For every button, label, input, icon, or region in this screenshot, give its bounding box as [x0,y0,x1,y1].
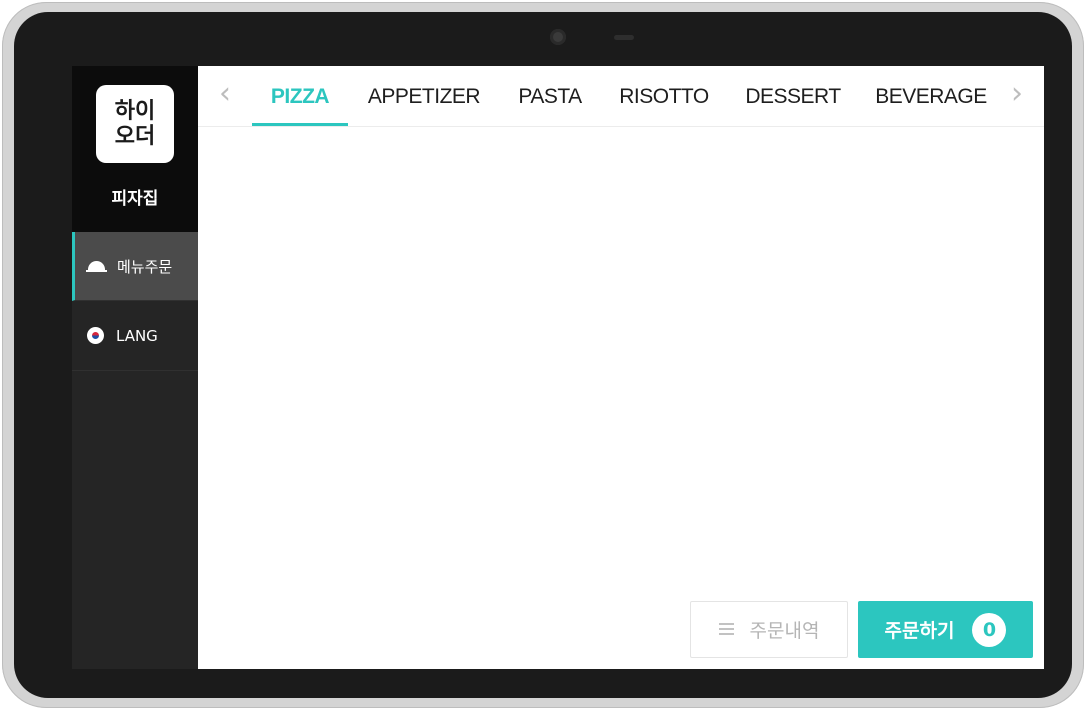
sidebar-item-menu-order[interactable]: 메뉴주문 [72,232,198,301]
sensor [614,35,634,40]
logo-line-1: 하이 [114,99,156,124]
tab-appetizer[interactable]: APPETIZER [364,66,484,126]
sidebar: 하이 오더 피자집 메뉴주문 LANG [72,66,198,669]
tab-pasta[interactable]: PASTA [502,66,598,126]
category-tabs: ‹ PIZZA APPETIZER PASTA RISOTTO DESSERT … [198,66,1044,127]
sidebar-item-label: 메뉴주문 [117,257,173,276]
order-history-label: 주문내역 [749,620,820,642]
place-order-button[interactable]: 주문하기 0 [858,601,1033,658]
tab-dessert[interactable]: DESSERT [740,66,846,126]
korea-flag-icon [86,327,106,344]
sidebar-item-label: LANG [116,327,158,345]
tab-pizza[interactable]: PIZZA [252,66,348,126]
list-icon [718,623,734,636]
place-order-label: 주문하기 [884,620,955,642]
brand-area: 하이 오더 피자집 [72,66,198,232]
cloche-icon [86,259,107,273]
order-history-button[interactable]: 주문내역 [690,601,848,658]
logo-line-2: 오더 [114,124,156,149]
tablet-frame: 하이 오더 피자집 메뉴주문 LANG ‹ PIZZA APPETIZER PA… [2,2,1084,708]
camera-icon [550,29,566,45]
cart-count-badge: 0 [972,612,1007,647]
tablet-bezel: 하이 오더 피자집 메뉴주문 LANG ‹ PIZZA APPETIZER PA… [14,12,1072,698]
tab-beverage[interactable]: BEVERAGE [872,66,990,126]
app-logo: 하이 오더 [96,85,174,163]
store-name: 피자집 [111,189,159,209]
app-screen: 하이 오더 피자집 메뉴주문 LANG ‹ PIZZA APPETIZER PA… [72,66,1044,669]
sidebar-item-lang[interactable]: LANG [72,302,198,371]
chevron-right-icon[interactable]: › [1002,79,1032,110]
chevron-left-icon[interactable]: ‹ [210,79,240,110]
tab-risotto[interactable]: RISOTTO [612,66,716,126]
